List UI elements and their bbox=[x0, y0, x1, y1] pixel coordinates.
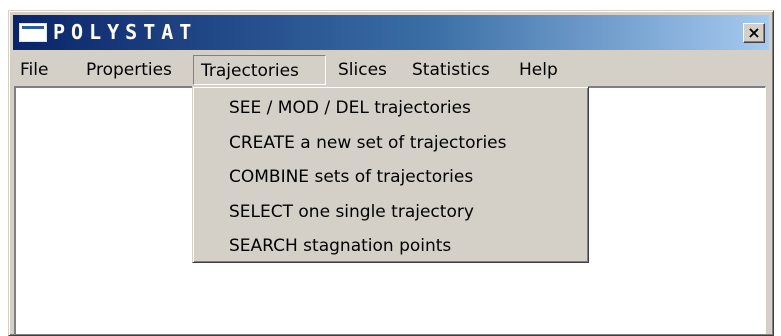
menu-properties[interactable]: Properties bbox=[79, 55, 179, 85]
menu-help[interactable]: Help bbox=[512, 55, 565, 85]
title-bar[interactable]: POLYSTAT × bbox=[13, 15, 769, 50]
menu-statistics[interactable]: Statistics bbox=[405, 55, 497, 85]
menu-item-combine-trajectories[interactable]: COMBINE sets of trajectories bbox=[193, 160, 588, 195]
window-title: POLYSTAT bbox=[53, 20, 198, 44]
app-window-icon bbox=[19, 23, 47, 42]
menu-item-see-mod-del-trajectories[interactable]: SEE / MOD / DEL trajectories bbox=[193, 91, 588, 126]
menu-file[interactable]: File bbox=[13, 55, 55, 85]
menu-item-search-stagnation-points[interactable]: SEARCH stagnation points bbox=[193, 229, 588, 264]
menu-item-create-trajectories[interactable]: CREATE a new set of trajectories bbox=[193, 126, 588, 161]
menu-trajectories[interactable]: Trajectories bbox=[193, 55, 326, 85]
close-button[interactable]: × bbox=[743, 23, 765, 43]
menu-item-select-trajectory[interactable]: SELECT one single trajectory bbox=[193, 195, 588, 230]
menu-bar: File Properties Trajectories Slices Stat… bbox=[13, 55, 769, 85]
trajectories-dropdown-menu: SEE / MOD / DEL trajectories CREATE a ne… bbox=[192, 86, 589, 263]
menu-slices[interactable]: Slices bbox=[331, 55, 394, 85]
